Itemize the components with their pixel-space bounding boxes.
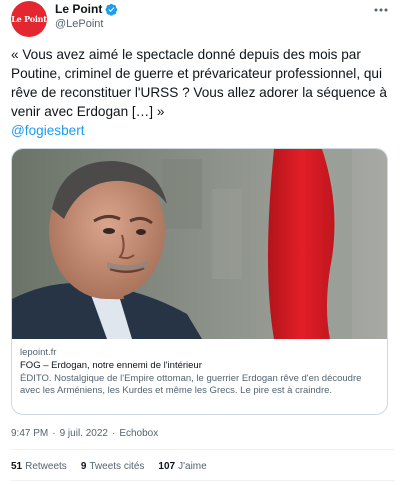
retweets-label: Retweets xyxy=(25,461,67,472)
avatar[interactable]: Le Point xyxy=(11,1,47,37)
quotes-count: 9 xyxy=(80,461,87,472)
handle[interactable]: @LePoint xyxy=(55,18,103,30)
retweets-count: 51 xyxy=(11,461,23,472)
avatar-logo-text: Le Point xyxy=(11,14,47,24)
name-row: Le Point xyxy=(55,2,118,16)
likes-stat[interactable]: 107 J'aime xyxy=(158,461,206,472)
tweet-text: « Vous avez aimé le spectacle donné depu… xyxy=(11,45,391,140)
tweet-source[interactable]: Echobox xyxy=(119,428,158,439)
meta-separator: · xyxy=(52,428,56,439)
link-card[interactable]: lepoint.fr FOG – Erdogan, notre ennemi d… xyxy=(11,148,388,415)
tweet-header: Le Point Le Point @LePoint xyxy=(11,0,395,37)
mention-link[interactable]: @fogiesbert xyxy=(11,121,391,140)
timestamp-row: 9:47 PM · 9 juil. 2022 · Echobox xyxy=(11,428,158,439)
verified-badge-icon xyxy=(105,3,118,16)
quotes-stat[interactable]: 9 Tweets cités xyxy=(81,461,145,472)
card-domain: lepoint.fr xyxy=(20,347,57,358)
tweet-date[interactable]: 9 juil. 2022 xyxy=(60,428,108,439)
card-description: ÉDITO. Nostalgique de l'Empire ottoman, … xyxy=(20,373,362,396)
divider xyxy=(11,480,395,481)
card-meta: lepoint.fr FOG – Erdogan, notre ennemi d… xyxy=(20,347,382,397)
tweet-time[interactable]: 9:47 PM xyxy=(11,428,48,439)
more-options-icon[interactable] xyxy=(373,2,389,18)
quotes-label: Tweets cités xyxy=(89,461,145,472)
stats-row: 51 Retweets 9 Tweets cités 107 J'aime xyxy=(11,461,207,472)
meta-separator: · xyxy=(111,428,116,439)
display-name[interactable]: Le Point xyxy=(55,2,102,16)
retweets-stat[interactable]: 51 Retweets xyxy=(11,461,67,472)
likes-count: 107 xyxy=(158,461,176,472)
card-image xyxy=(12,149,387,339)
divider xyxy=(11,449,395,450)
tweet-body: « Vous avez aimé le spectacle donné depu… xyxy=(11,47,387,119)
card-title: FOG – Erdogan, notre ennemi de l'intérie… xyxy=(20,360,202,371)
likes-label: J'aime xyxy=(178,461,207,472)
